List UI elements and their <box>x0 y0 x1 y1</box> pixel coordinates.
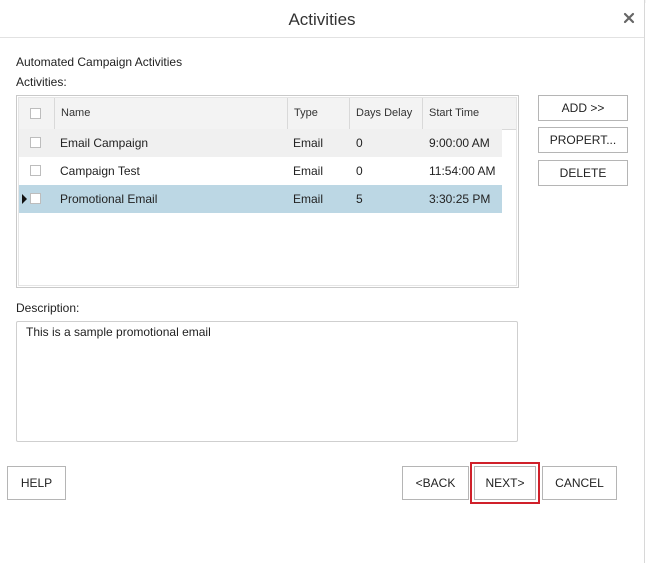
cell-name: Email Campaign <box>60 136 149 150</box>
section-title: Automated Campaign Activities <box>16 55 183 69</box>
properties-button[interactable]: PROPERT... <box>538 127 628 153</box>
activities-dialog: Activities Automated Campaign Activities… <box>0 0 645 563</box>
grid-header: Name Type Days Delay Start Time <box>19 98 516 130</box>
cell-name: Promotional Email <box>60 192 158 206</box>
description-label: Description: <box>16 301 80 315</box>
dialog-title: Activities <box>288 10 356 29</box>
back-button[interactable]: <BACK <box>402 466 469 500</box>
cell-name: Campaign Test <box>60 164 140 178</box>
cell-days-delay: 5 <box>356 192 363 206</box>
table-row[interactable]: Campaign Test Email 0 11:54:00 AM <box>19 157 502 185</box>
cell-type: Email <box>293 164 324 178</box>
table-row-selected[interactable]: Promotional Email Email 5 3:30:25 PM <box>19 185 502 213</box>
close-icon[interactable] <box>622 11 636 25</box>
cell-days-delay: 0 <box>356 164 363 178</box>
grid-body: Name Type Days Delay Start Time Email Ca… <box>18 97 517 286</box>
column-header-type[interactable]: Type <box>288 98 350 129</box>
cell-days-delay: 0 <box>356 136 363 150</box>
current-row-pointer-icon <box>22 194 27 204</box>
add-activity-button[interactable]: ADD >> <box>538 95 628 121</box>
column-header-name[interactable]: Name <box>55 98 288 129</box>
header-select-cell <box>19 98 55 129</box>
activities-grid: Name Type Days Delay Start Time Email Ca… <box>16 95 519 288</box>
dialog-titlebar: Activities <box>0 2 644 38</box>
row-checkbox[interactable] <box>30 193 41 204</box>
row-checkbox[interactable] <box>30 165 41 176</box>
cell-type: Email <box>293 192 324 206</box>
cell-start-time: 9:00:00 AM <box>429 136 490 150</box>
cell-type: Email <box>293 136 324 150</box>
activities-label: Activities: <box>16 75 67 89</box>
cell-start-time: 3:30:25 PM <box>429 192 491 206</box>
column-header-start-time[interactable]: Start Time <box>423 98 516 129</box>
description-textarea[interactable]: This is a sample promotional email <box>16 321 518 442</box>
row-checkbox[interactable] <box>30 137 41 148</box>
delete-activity-button[interactable]: DELETE <box>538 160 628 186</box>
table-row[interactable]: Email Campaign Email 0 9:00:00 AM <box>19 129 502 157</box>
next-button[interactable]: NEXT> <box>474 466 536 500</box>
column-header-days-delay[interactable]: Days Delay <box>350 98 423 129</box>
select-all-checkbox[interactable] <box>30 108 41 119</box>
cell-start-time: 11:54:00 AM <box>429 164 496 178</box>
help-button[interactable]: HELP <box>7 466 66 500</box>
cancel-button[interactable]: CANCEL <box>542 466 617 500</box>
